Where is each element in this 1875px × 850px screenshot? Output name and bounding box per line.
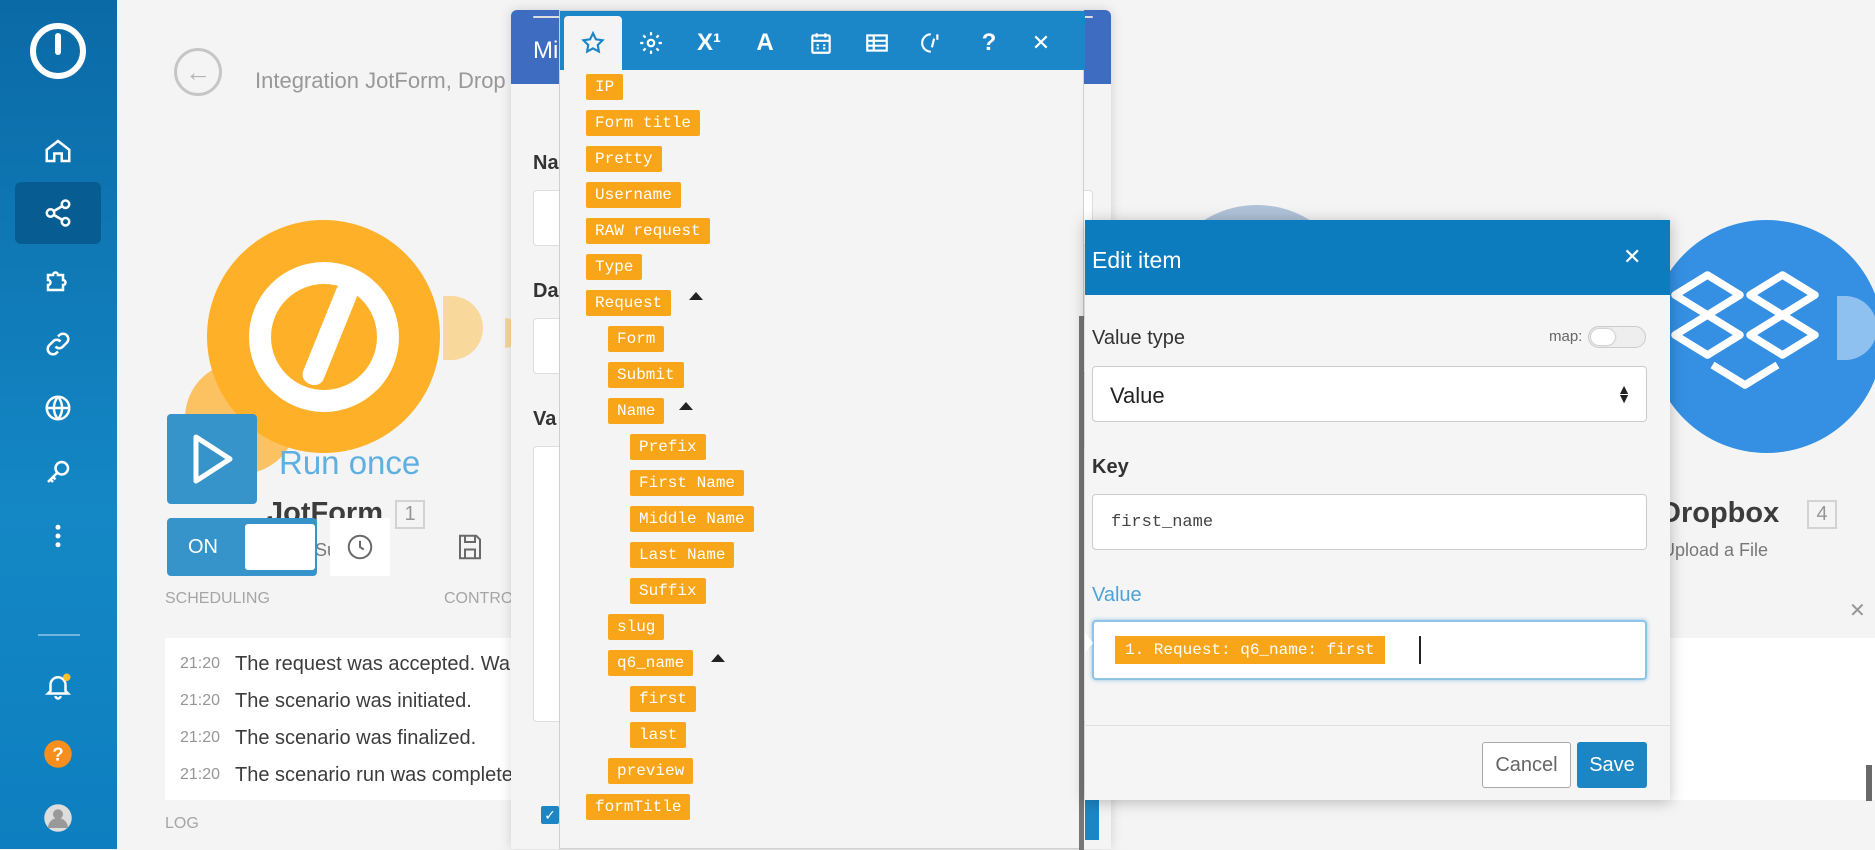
select-arrows-icon: ▲ ▼	[1617, 381, 1631, 406]
save-button[interactable]: Save	[1577, 742, 1647, 788]
mapping-item-suffix[interactable]: Suffix	[630, 578, 706, 604]
app-sidebar: ?	[0, 0, 117, 849]
tab-custom-functions[interactable]	[904, 16, 962, 70]
mapping-item-raw-request[interactable]: RAW request	[586, 218, 710, 244]
collapse-caret-icon[interactable]	[711, 654, 725, 662]
dialog-title: Mi	[533, 37, 559, 64]
calendar-icon	[811, 33, 831, 54]
mapping-panel: X¹ A ? ✕ IP Form title Pretty Username R…	[559, 10, 1085, 850]
mapping-item-last[interactable]: last	[630, 722, 687, 748]
tab-array-functions[interactable]	[848, 16, 906, 70]
value-type-label: Value type	[1092, 327, 1186, 349]
key-label: Key	[1092, 456, 1129, 478]
close-button[interactable]: ✕	[1012, 16, 1070, 70]
name-label: Na	[533, 152, 559, 174]
mapping-item-username[interactable]: Username	[586, 182, 681, 208]
superscript-icon: X¹	[697, 29, 721, 56]
help-icon: ?	[981, 29, 997, 56]
mapping-item-ip[interactable]: IP	[586, 74, 624, 100]
collapse-caret-icon[interactable]	[679, 402, 693, 410]
value-type-select[interactable]: Value ▲ ▼	[1092, 366, 1647, 422]
mapping-item-submit[interactable]: Submit	[608, 362, 684, 388]
value-label: Va	[533, 408, 557, 430]
svg-text:?: ?	[52, 743, 63, 764]
edit-item-title: Edit item	[1092, 247, 1182, 273]
edit-item-header: Edit item ✕	[1085, 220, 1670, 295]
mapping-item-form[interactable]: Form	[608, 326, 665, 352]
map-label: map:	[1549, 328, 1583, 345]
mapping-item-last-name[interactable]: Last Name	[630, 542, 735, 568]
key-input[interactable]	[1093, 495, 1646, 549]
value-type-selected: Value	[1110, 383, 1165, 408]
collapse-caret-icon[interactable]	[689, 292, 703, 300]
text-icon: A	[756, 29, 774, 56]
tab-general-functions[interactable]	[622, 16, 680, 70]
mapping-scrollbar[interactable]	[1079, 316, 1084, 850]
key-field[interactable]	[1092, 494, 1647, 550]
tab-math-functions[interactable]: X¹	[680, 16, 738, 70]
webhooks-icon[interactable]	[15, 377, 101, 439]
mapping-item-request[interactable]: Request	[586, 290, 672, 316]
star-icon	[581, 30, 605, 54]
close-icon: ✕	[1031, 30, 1051, 55]
mapping-item-first[interactable]: first	[630, 686, 697, 712]
help-button[interactable]: ?	[960, 16, 1018, 70]
scenarios-icon[interactable]	[15, 182, 101, 244]
gear-icon	[640, 32, 662, 54]
mapping-item-q6-name[interactable]: q6_name	[608, 650, 694, 676]
notifications-icon[interactable]	[15, 655, 101, 717]
edit-item-footer: Cancel Save	[1085, 725, 1670, 800]
connections-icon[interactable]	[15, 313, 101, 375]
mapping-item-form-title-key[interactable]: formTitle	[586, 794, 691, 820]
mapping-item-type[interactable]: Type	[586, 254, 643, 280]
mapping-toolbar: X¹ A ? ✕	[560, 11, 1085, 70]
tab-favorites[interactable]	[564, 16, 622, 70]
table-icon	[866, 34, 888, 52]
close-icon[interactable]: ✕	[1623, 244, 1641, 270]
help-icon[interactable]: ?	[15, 723, 101, 785]
mapping-item-slug[interactable]: slug	[608, 614, 665, 640]
text-cursor	[1419, 636, 1421, 664]
mapping-item-pretty[interactable]: Pretty	[586, 146, 662, 172]
value-field-label: Value	[1092, 584, 1142, 606]
mapping-item-preview[interactable]: preview	[608, 758, 694, 784]
checkbox[interactable]: ✓	[541, 806, 559, 824]
mapping-item-prefix[interactable]: Prefix	[630, 434, 706, 460]
avatar[interactable]	[15, 787, 101, 849]
sidebar-divider	[38, 634, 80, 636]
mapping-item-middle-name[interactable]: Middle Name	[630, 506, 754, 532]
make-logo[interactable]	[30, 23, 86, 79]
keys-icon[interactable]	[15, 441, 101, 503]
edit-item-dialog: Edit item ✕ Value type map: Value ▲ ▼ Key…	[1085, 220, 1670, 800]
ok-button-edge[interactable]	[1085, 800, 1099, 840]
mapping-item-name[interactable]: Name	[608, 398, 665, 424]
pointer-arrow	[1085, 633, 1093, 653]
make-functions-icon	[921, 33, 939, 53]
mapping-item-form-title[interactable]: Form title	[586, 110, 701, 136]
tab-date-functions[interactable]	[792, 16, 850, 70]
mapping-item-first-name[interactable]: First Name	[630, 470, 745, 496]
value-field[interactable]: 1. Request: q6_name: first	[1092, 620, 1647, 680]
map-toggle[interactable]	[1588, 326, 1646, 348]
mapped-value-pill[interactable]: 1. Request: q6_name: first	[1115, 636, 1385, 664]
home-icon[interactable]	[15, 120, 101, 182]
templates-icon[interactable]	[15, 249, 101, 311]
data-label: Da	[533, 280, 559, 302]
more-icon[interactable]	[15, 505, 101, 567]
tab-text-functions[interactable]: A	[736, 16, 794, 70]
cancel-button[interactable]: Cancel	[1482, 742, 1571, 788]
